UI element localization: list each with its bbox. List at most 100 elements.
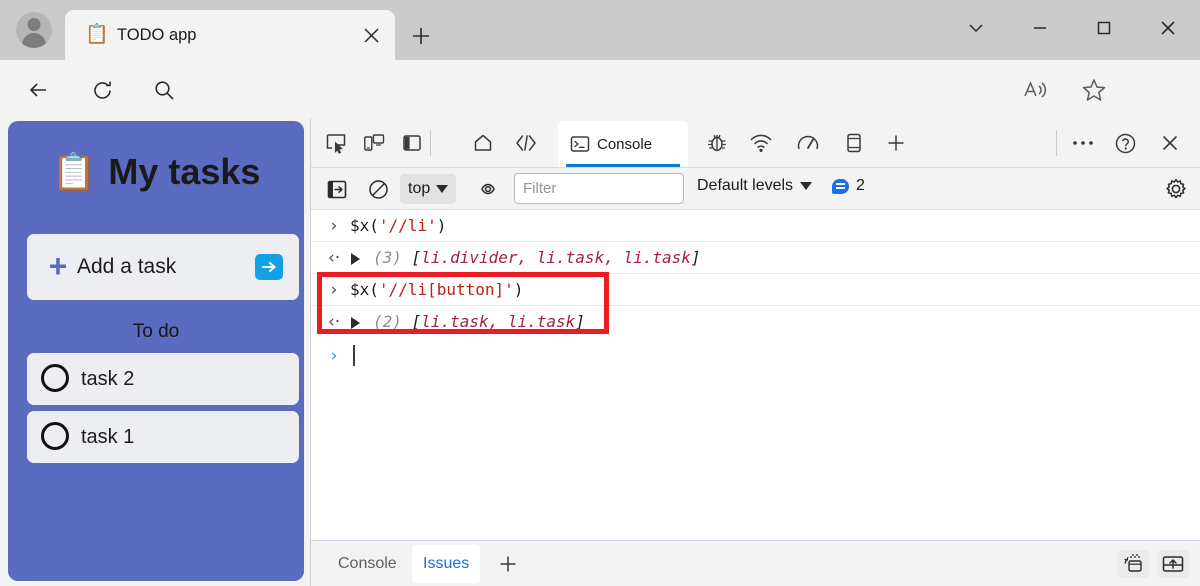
todo-app-card: 📋 My tasks + Add a task To do task 2 tas…: [8, 121, 304, 581]
navigation-bar: microsoftedge.github.io/Demos/demo-to-do…: [0, 60, 1200, 170]
minimize-icon[interactable]: [1008, 0, 1072, 56]
console-input-row[interactable]: › $x('//li'): [311, 210, 1200, 242]
tab-console-label: Console: [597, 135, 653, 153]
todo-header: 📋 My tasks: [8, 143, 304, 201]
add-task-placeholder: Add a task: [77, 255, 177, 278]
task-label: task 1: [81, 426, 135, 448]
drawer-tab-console[interactable]: Console: [327, 545, 408, 583]
chevron-down-icon: [436, 185, 449, 193]
list-item[interactable]: task 2: [27, 353, 299, 405]
task-checkbox-icon[interactable]: [41, 422, 69, 450]
result-bracket: [: [411, 312, 422, 331]
clipboard-icon: 📋: [51, 151, 97, 192]
close-window-icon[interactable]: [1136, 0, 1200, 56]
submit-task-button[interactable]: [255, 254, 283, 280]
result-nodes: li.task, li.task: [421, 312, 576, 331]
message-bubble-icon: [832, 178, 849, 194]
input-chevron-icon: ›: [330, 216, 338, 236]
expand-triangle-icon[interactable]: [351, 317, 360, 329]
restore-drawer-icon[interactable]: [1117, 550, 1149, 578]
window-controls: [944, 0, 1200, 56]
customize-ellipsis-icon[interactable]: [1067, 128, 1099, 158]
console-output[interactable]: › $x('//li') ‹· (3) [li.divider, li.task…: [311, 210, 1200, 540]
tab-title: TODO app: [117, 26, 197, 44]
result-nodes: li.divider, li.task, li.task: [421, 248, 691, 267]
tab-console[interactable]: Console: [558, 121, 688, 167]
list-item[interactable]: task 1: [27, 411, 299, 463]
log-levels-label: Default levels: [697, 177, 794, 194]
console-output-row[interactable]: ‹· (2) [li.task, li.task]: [311, 306, 1200, 338]
welcome-home-icon[interactable]: [467, 128, 499, 158]
issues-count-badge[interactable]: 2: [832, 177, 865, 195]
plus-icon: +: [48, 248, 68, 284]
add-task-input[interactable]: + Add a task: [27, 234, 299, 300]
page-title: My tasks: [108, 151, 261, 192]
task-checkbox-icon[interactable]: [41, 364, 69, 392]
console-filter-input[interactable]: [514, 173, 684, 204]
network-icon[interactable]: [745, 128, 777, 158]
browser-tab[interactable]: 📋 TODO app: [65, 10, 395, 60]
js-context-value: top: [408, 180, 431, 197]
performance-icon[interactable]: [792, 128, 824, 158]
debugger-bug-icon[interactable]: [701, 128, 733, 158]
live-expression-icon[interactable]: [477, 176, 505, 202]
back-arrow-icon[interactable]: [22, 74, 54, 106]
profile-avatar-button[interactable]: [12, 8, 56, 52]
devtools-panel: Console top Filter Default levels 2 › $x…: [310, 118, 1200, 586]
prompt-chevron-icon: ›: [330, 346, 338, 366]
output-arrow-icon: ‹·: [327, 312, 341, 332]
js-context-selector[interactable]: top: [400, 174, 457, 204]
console-settings-gear-icon[interactable]: [1161, 175, 1191, 203]
application-icon[interactable]: [838, 128, 870, 158]
new-tab-button[interactable]: [405, 20, 437, 52]
task-label: task 2: [81, 368, 135, 390]
console-result-text: (2) [li.task, li.task]: [373, 310, 585, 334]
result-bracket: ]: [575, 312, 585, 331]
result-bracket: [: [411, 248, 422, 267]
favorite-star-icon[interactable]: [1078, 74, 1110, 106]
tab-favicon-icon: 📋: [85, 24, 109, 45]
close-tab-icon[interactable]: [359, 23, 383, 47]
console-filter-bar: top Default levels 2: [311, 168, 1200, 210]
close-devtools-icon[interactable]: [1154, 128, 1186, 158]
devtools-toolbar: Console: [311, 118, 1200, 168]
cmd-seg: $x(: [350, 280, 379, 299]
cmd-seg: ): [436, 216, 447, 235]
console-input-row[interactable]: › $x('//li[button]'): [311, 274, 1200, 306]
search-icon[interactable]: [148, 74, 180, 106]
maximize-icon[interactable]: [1072, 0, 1136, 56]
cmd-seg: $x(: [350, 216, 379, 235]
clear-console-icon[interactable]: [364, 176, 392, 202]
help-question-icon[interactable]: [1109, 128, 1141, 158]
read-aloud-icon[interactable]: [1020, 74, 1052, 106]
console-output-row[interactable]: ‹· (3) [li.divider, li.task, li.task]: [311, 242, 1200, 274]
result-count: (2): [373, 312, 412, 331]
dock-side-icon[interactable]: [396, 128, 428, 158]
input-chevron-icon: ›: [330, 280, 338, 300]
more-tools-plus-icon[interactable]: [880, 128, 912, 158]
issues-count-value: 2: [856, 177, 865, 194]
cmd-seg-string: '//li[button]': [378, 280, 514, 299]
output-arrow-icon: ‹·: [327, 248, 341, 268]
devtools-drawer-tabs: Console Issues: [311, 540, 1200, 586]
web-page-viewport: 📋 My tasks + Add a task To do task 2 tas…: [0, 118, 310, 586]
drawer-add-tab-icon[interactable]: [493, 549, 523, 579]
cmd-seg: ): [513, 280, 524, 299]
tab-actions-chevron-icon[interactable]: [944, 0, 1008, 56]
console-sidebar-icon[interactable]: [323, 176, 351, 202]
expand-triangle-icon[interactable]: [351, 253, 360, 265]
console-result-text: (3) [li.divider, li.task, li.task]: [373, 246, 701, 270]
title-bar: 📋 TODO app: [0, 0, 1200, 60]
device-emulation-icon[interactable]: [358, 128, 390, 158]
inspect-element-icon[interactable]: [320, 128, 352, 158]
cmd-seg-string: '//li': [378, 216, 437, 235]
drawer-tab-issues[interactable]: Issues: [412, 545, 481, 583]
chevron-down-icon: [800, 182, 813, 190]
todo-section-heading: To do: [132, 321, 180, 342]
elements-icon[interactable]: [510, 128, 542, 158]
refresh-icon[interactable]: [86, 74, 118, 106]
dock-drawer-icon[interactable]: [1157, 550, 1189, 578]
console-command-text: $x('//li'): [350, 214, 446, 238]
console-prompt-row[interactable]: ›: [311, 338, 1200, 372]
log-levels-selector[interactable]: Default levels: [697, 177, 813, 195]
